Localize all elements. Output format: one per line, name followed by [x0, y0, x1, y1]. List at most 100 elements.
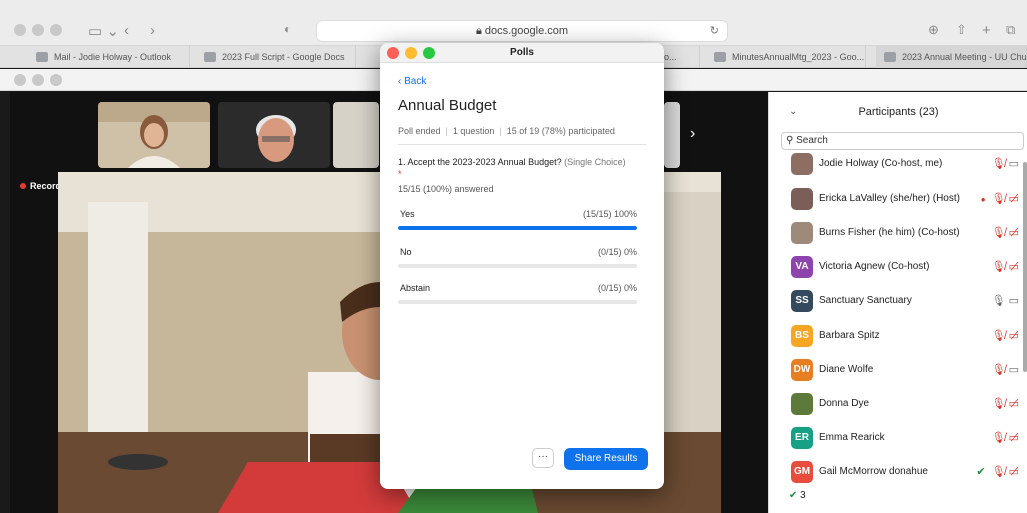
video-icon: ▭: [1008, 364, 1019, 376]
zoom-icon[interactable]: [50, 24, 62, 36]
result-bar-fill: [398, 226, 637, 230]
minimize-icon[interactable]: [32, 74, 44, 86]
participant-status: ✔ 🎙︎̸ ▭̸: [976, 465, 1019, 478]
tab-full-script[interactable]: 2023 Full Script - Google Docs: [196, 46, 356, 68]
tab-annual-meeting[interactable]: 2023 Annual Meeting - UU Chu...: [876, 46, 1027, 68]
result-bar: [398, 264, 637, 268]
participants-header: Participants (23): [858, 106, 939, 118]
video-off-icon: ▭̸: [1008, 330, 1019, 342]
participant-status: 🎙︎̸ ▭̸: [992, 329, 1019, 342]
participant-name: Victoria Agnew (Co-host): [819, 261, 930, 272]
tab-label: 2023 Annual Meeting - UU Chu...: [902, 52, 1027, 62]
lock-icon: 🔒︎: [475, 25, 482, 37]
participant-row[interactable]: BS Barbara Spitz 🎙︎̸ ▭̸: [789, 325, 1019, 351]
reload-icon[interactable]: ↻: [710, 21, 719, 41]
participant-name: Diane Wolfe: [819, 364, 874, 375]
participant-status: 🎙︎̸ ▭̸: [992, 431, 1019, 444]
new-tab-icon[interactable]: +: [982, 22, 991, 39]
search-icon: ⚲: [786, 135, 794, 146]
mic-muted-icon: 🎙︎̸: [991, 227, 1006, 239]
poll-option: Yes (15/15) 100%: [398, 209, 637, 233]
download-icon[interactable]: ⊕: [928, 22, 939, 38]
chevron-left-icon: ‹: [398, 76, 402, 87]
divider: [398, 144, 646, 145]
mic-muted-icon: 🎙︎̸: [991, 193, 1006, 205]
sidebar-toggle-icon[interactable]: ▭ ⌄: [88, 22, 119, 40]
window-controls[interactable]: [14, 24, 62, 36]
close-icon[interactable]: [14, 74, 26, 86]
participant-row[interactable]: VA Victoria Agnew (Co-host) 🎙︎̸ ▭̸: [789, 256, 1019, 282]
participant-row[interactable]: Burns Fisher (he him) (Co-host) 🎙︎̸ ▭̸: [789, 222, 1019, 248]
privacy-shield-icon[interactable]: ◐: [284, 22, 291, 36]
docs-icon: [204, 52, 216, 62]
mic-muted-icon: 🎙︎̸: [991, 364, 1006, 376]
tab-overview-icon[interactable]: ⧉: [1006, 22, 1015, 38]
mic-muted-icon: 🎙︎̸: [991, 261, 1006, 273]
address-bar[interactable]: 🔒︎ docs.google.com ↻: [316, 20, 728, 42]
question-type: (Single Choice): [564, 157, 626, 167]
zoom-window-controls[interactable]: [14, 74, 62, 86]
polls-window-controls[interactable]: [387, 47, 435, 59]
close-icon[interactable]: [14, 24, 26, 36]
share-icon[interactable]: ⇧: [956, 22, 967, 38]
participant-name: Burns Fisher (he him) (Co-host): [819, 227, 960, 238]
screen: ▭ ⌄ ‹ › ◐ 🔒︎ docs.google.com ↻ ⊕ ⇧ + ⧉ M…: [0, 0, 1027, 513]
participant-row[interactable]: Jodie Holway (Co-host, me) 🎙︎̸ ▭: [789, 153, 1019, 179]
video-thumbnail[interactable]: [333, 102, 379, 168]
minimize-icon[interactable]: [32, 24, 44, 36]
recording-dot-icon: ●: [980, 195, 986, 204]
tab-partial[interactable]: o...: [660, 46, 700, 68]
avatar: [791, 222, 813, 244]
avatar: ER: [791, 427, 813, 449]
zoom-icon[interactable]: [423, 47, 435, 59]
poll-option: Abstain (0/15) 0%: [398, 283, 637, 307]
participant-row[interactable]: ER Emma Rearick 🎙︎̸ ▭̸: [789, 427, 1019, 453]
back-arrow-icon[interactable]: ‹: [124, 22, 129, 39]
participant-row[interactable]: GM Gail McMorrow donahue ✔ 🎙︎̸ ▭̸: [789, 461, 1019, 487]
record-dot-icon: [20, 183, 26, 189]
more-options-button[interactable]: ···: [532, 448, 554, 468]
poll-response-count: ✔ 3: [789, 490, 806, 501]
back-link[interactable]: ‹ Back: [398, 76, 426, 87]
docs-icon: [714, 52, 726, 62]
participant-row[interactable]: Ericka LaValley (she/her) (Host) ● 🎙︎̸ ▭̸: [789, 188, 1019, 214]
option-label: No: [400, 247, 412, 257]
share-results-button[interactable]: Share Results: [564, 448, 648, 470]
close-icon[interactable]: [387, 47, 399, 59]
zoom-icon[interactable]: [50, 74, 62, 86]
scrollbar[interactable]: [1023, 162, 1027, 372]
avatar: [791, 153, 813, 175]
minimize-icon[interactable]: [405, 47, 417, 59]
tab-label: MinutesAnnualMtg_2023 - Goo...: [732, 52, 865, 62]
participants-search-input[interactable]: ⚲ Search: [781, 132, 1024, 150]
video-thumbnail[interactable]: [98, 102, 210, 168]
tab-outlook[interactable]: Mail - Jodie Holway - Outlook: [28, 46, 190, 68]
participant-name: Donna Dye: [819, 398, 870, 409]
video-icon: ▭: [1008, 158, 1019, 170]
participant-status: 🎙︎̸ ▭: [992, 157, 1019, 170]
mic-muted-icon: 🎙︎̸: [991, 466, 1006, 478]
result-bar: [398, 300, 637, 304]
participant-status: 🎙︎̸ ▭̸: [992, 226, 1019, 239]
forward-arrow-icon[interactable]: ›: [150, 22, 155, 39]
participant-video: [218, 102, 330, 168]
next-page-arrow-icon[interactable]: ›: [690, 125, 695, 143]
participant-video: [664, 102, 680, 168]
video-off-icon: ▭̸: [1008, 398, 1019, 410]
tab-minutes[interactable]: MinutesAnnualMtg_2023 - Goo...: [706, 46, 866, 68]
video-thumbnail[interactable]: [664, 102, 680, 168]
participant-row[interactable]: SS Sanctuary Sanctuary 🎙︎ ▭: [789, 290, 1019, 316]
question-text: 1. Accept the 2023-2023 Annual Budget? (…: [398, 156, 628, 180]
poll-title: Annual Budget: [398, 97, 497, 114]
response-count: 3: [800, 490, 806, 501]
mic-muted-icon: 🎙︎̸: [991, 158, 1006, 170]
answered-count: 15/15 (100%) answered: [398, 184, 494, 194]
video-thumbnail[interactable]: [218, 102, 330, 168]
checkmark-icon: ✔: [789, 490, 798, 501]
option-result: (0/15) 0%: [597, 283, 637, 293]
participant-row[interactable]: DW Diane Wolfe 🎙︎̸ ▭: [789, 359, 1019, 385]
polls-titlebar: Polls: [380, 43, 664, 63]
video-off-icon: ▭̸: [1008, 193, 1019, 205]
mic-muted-icon: 🎙︎̸: [991, 398, 1006, 410]
participant-row[interactable]: Donna Dye 🎙︎̸ ▭̸: [789, 393, 1019, 419]
